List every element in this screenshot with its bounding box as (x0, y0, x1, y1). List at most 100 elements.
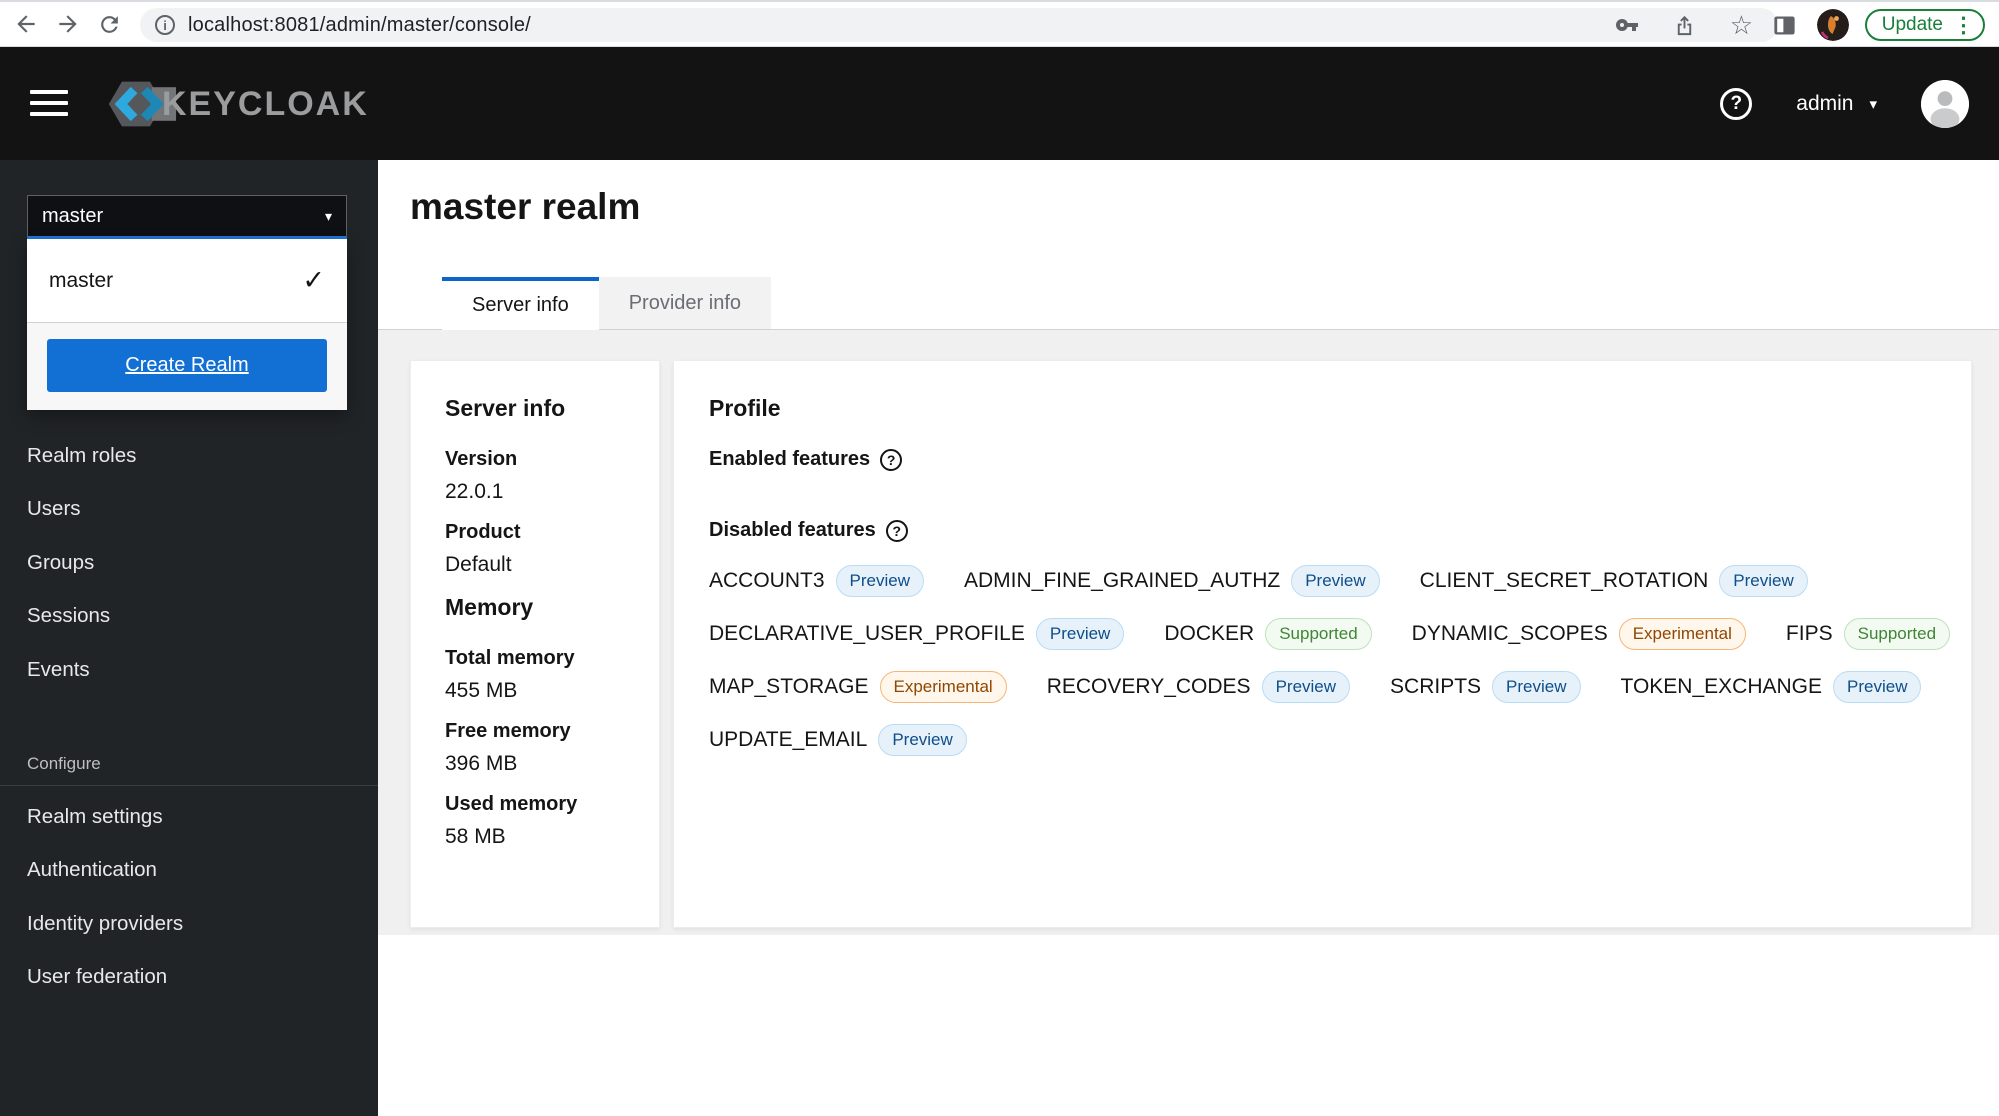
browser-toolbar-right: Update ⋮ (1768, 2, 1985, 48)
sidebar-item-users[interactable]: Users (0, 483, 378, 537)
share-icon (1677, 15, 1691, 35)
browser-menu-icon: ⋮ (1953, 13, 1974, 37)
sidebar-item-identity-providers[interactable]: Identity providers (0, 897, 378, 951)
side-panel-button[interactable] (1768, 9, 1801, 42)
profile-title: Profile (709, 395, 781, 421)
feature-row: UPDATE_EMAIL Preview (709, 719, 1941, 761)
profile-avatar-image (1816, 9, 1849, 41)
feature-row: MAP_STORAGE Experimental RECOVERY_CODES … (709, 666, 1941, 708)
field-value: 396 MB (445, 752, 518, 775)
feature-badge: Preview (878, 724, 967, 756)
url-bar[interactable]: i localhost:8081/admin/master/console/ ☆ (140, 8, 1778, 42)
person-icon (1921, 79, 1969, 128)
password-key-button[interactable] (1612, 10, 1642, 40)
realm-dropdown: master ✓ Create Realm (27, 239, 347, 410)
feature-name: SCRIPTS (1390, 675, 1482, 698)
memory-title: Memory (445, 594, 534, 620)
feature-item: TOKEN_EXCHANGE Preview (1621, 671, 1922, 703)
bookmark-star-button[interactable]: ☆ (1727, 9, 1756, 41)
feature-item: FIPS Supported (1785, 618, 1951, 650)
reload-icon (101, 15, 118, 33)
tabs: Server info Provider info (442, 277, 771, 330)
realm-selector-value: master (42, 204, 104, 227)
realm-dropdown-item-master[interactable]: master ✓ (27, 239, 347, 323)
browser-profile-avatar[interactable] (1816, 9, 1849, 41)
feature-name: DOCKER (1164, 622, 1255, 645)
side-panel-icon (1774, 16, 1795, 34)
share-button[interactable] (1670, 11, 1699, 40)
feature-name: ACCOUNT3 (709, 569, 825, 592)
url-text: localhost:8081/admin/master/console/ (188, 13, 531, 36)
sidebar-item-events[interactable]: Events (0, 643, 378, 697)
hamburger-icon (30, 90, 68, 116)
server-info-title: Server info (445, 395, 566, 421)
masthead-right: ? admin ▾ (1720, 47, 1969, 160)
back-icon (17, 15, 35, 33)
tab-provider-info[interactable]: Provider info (598, 277, 771, 330)
browser-update-button[interactable]: Update ⋮ (1864, 9, 1985, 41)
sidebar: master ▾ master ✓ Create Realm Realm rol… (0, 160, 378, 1116)
user-avatar[interactable] (1921, 79, 1969, 128)
caret-down-icon: ▾ (324, 207, 332, 224)
field-label: Total memory (445, 647, 575, 669)
sidebar-item-realm-settings[interactable]: Realm settings (0, 790, 378, 844)
sidebar-divider (0, 785, 378, 786)
sidebar-toggle-button[interactable] (30, 90, 68, 116)
sidebar-configure-nav: Realm settings Authentication Identity p… (0, 790, 378, 1004)
user-menu[interactable]: admin ▾ (1796, 92, 1877, 116)
feature-name: UPDATE_EMAIL (709, 728, 868, 751)
star-icon: ☆ (1729, 10, 1753, 40)
sidebar-section-configure: Configure (27, 754, 101, 773)
update-label: Update (1881, 14, 1943, 35)
field-value: Default (445, 553, 512, 576)
browser-nav-buttons (10, 2, 125, 46)
question-circle-icon[interactable]: ? (885, 519, 908, 542)
forward-icon (59, 15, 77, 33)
sidebar-item-sessions[interactable]: Sessions (0, 590, 378, 644)
question-circle-icon[interactable]: ? (880, 448, 903, 471)
realm-selector[interactable]: master ▾ (27, 195, 347, 239)
field-value: 22.0.1 (445, 480, 504, 503)
field-value: 455 MB (445, 679, 518, 702)
brand-wordmark: KEYCLOAK (162, 84, 369, 123)
feature-item: CLIENT_SECRET_ROTATION Preview (1419, 565, 1808, 597)
site-info-icon[interactable]: i (155, 15, 175, 35)
keycloak-brand[interactable]: KEYCLOAK (92, 76, 369, 132)
feature-item: DOCKER Supported (1164, 618, 1372, 650)
feature-badge: Supported (1265, 618, 1372, 650)
feature-name: FIPS (1785, 622, 1833, 645)
help-button[interactable]: ? (1720, 87, 1753, 120)
username: admin (1796, 91, 1854, 115)
feature-item: DYNAMIC_SCOPES Experimental (1411, 618, 1746, 650)
page-title: master realm (410, 186, 641, 227)
feature-name: DYNAMIC_SCOPES (1411, 622, 1608, 645)
tab-content: Server info Version 22.0.1 Product Defau… (378, 330, 1999, 935)
tab-server-info[interactable]: Server info (442, 277, 599, 330)
feature-badge: Preview (1035, 618, 1125, 650)
field-label: Free memory (445, 720, 571, 742)
feature-badge: Preview (1291, 565, 1380, 597)
key-icon (1615, 19, 1638, 31)
feature-name: DECLARATIVE_USER_PROFILE (709, 622, 1025, 645)
forward-button[interactable] (52, 8, 84, 40)
feature-badge: Experimental (1618, 618, 1746, 650)
create-realm-button[interactable]: Create Realm (47, 339, 327, 392)
reload-button[interactable] (94, 9, 125, 40)
disabled-features-label: Disabled features ? (709, 519, 1941, 542)
sidebar-item-user-federation[interactable]: User federation (0, 951, 378, 1005)
feature-item: RECOVERY_CODES Preview (1047, 671, 1351, 703)
screen: i localhost:8081/admin/master/console/ ☆ (0, 0, 1999, 1116)
sidebar-nav: Realm roles Users Groups Sessions Events (0, 429, 378, 697)
feature-name: ADMIN_FINE_GRAINED_AUTHZ (963, 569, 1281, 592)
sidebar-item-realm-roles[interactable]: Realm roles (0, 429, 378, 483)
feature-badge: Preview (1261, 671, 1351, 703)
page-header: master realm Server info Provider info (378, 160, 1999, 330)
feature-badge: Preview (1492, 671, 1581, 703)
server-info-card: Server info Version 22.0.1 Product Defau… (410, 360, 660, 928)
sidebar-item-authentication[interactable]: Authentication (0, 844, 378, 898)
back-button[interactable] (10, 8, 42, 40)
feature-name: CLIENT_SECRET_ROTATION (1419, 569, 1709, 592)
sidebar-item-groups[interactable]: Groups (0, 536, 378, 590)
feature-row: ACCOUNT3 Preview ADMIN_FINE_GRAINED_AUTH… (709, 560, 1941, 602)
feature-item: UPDATE_EMAIL Preview (709, 724, 967, 756)
